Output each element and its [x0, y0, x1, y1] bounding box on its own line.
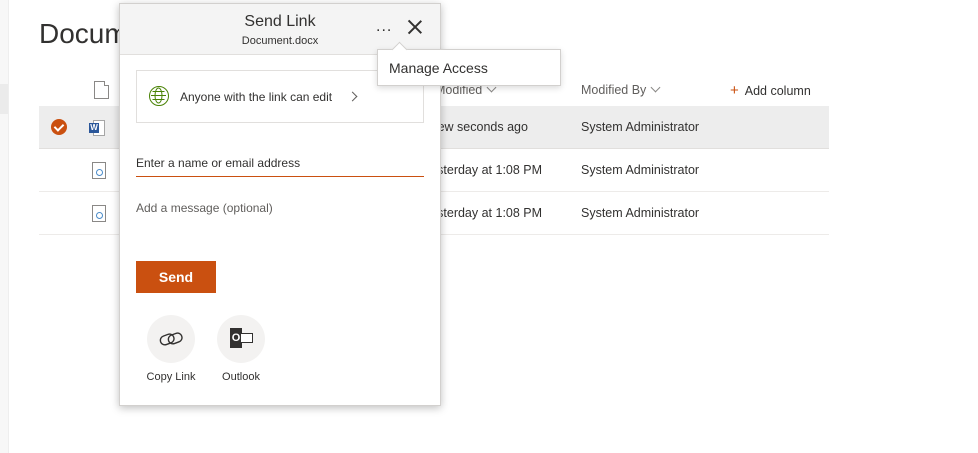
chevron-down-icon — [650, 82, 661, 93]
globe-icon — [149, 86, 169, 106]
dialog-file-name: Document.docx — [241, 35, 319, 47]
left-rail-marker — [0, 84, 8, 114]
modified-by-cell[interactable]: System Administrator — [581, 206, 699, 220]
send-button[interactable]: Send — [136, 261, 216, 293]
copy-link-label: Copy Link — [146, 371, 196, 383]
plus-icon: + — [730, 82, 739, 99]
modified-by-cell[interactable]: System Administrator — [581, 163, 699, 177]
aspx-page-icon — [92, 162, 106, 179]
column-header-modified-by-label: Modified By — [581, 83, 647, 97]
add-column-button[interactable]: + Add column — [730, 82, 811, 99]
aspx-page-icon — [92, 205, 106, 222]
more-options-button[interactable]: ... — [376, 18, 392, 36]
manage-access-menu-item[interactable]: Manage Access — [389, 60, 488, 76]
file-type-icon[interactable] — [94, 81, 109, 99]
recipient-input[interactable] — [136, 149, 424, 177]
outlook-icon: O — [217, 315, 265, 363]
link-icon — [147, 315, 195, 363]
copy-link-button[interactable]: Copy Link — [141, 315, 201, 383]
modified-by-cell[interactable]: System Administrator — [581, 120, 699, 134]
chevron-right-icon — [347, 91, 358, 102]
left-rail — [0, 0, 9, 453]
outlook-button[interactable]: O Outlook — [211, 315, 271, 383]
add-column-label: Add column — [744, 84, 811, 98]
more-options-menu: Manage Access — [377, 49, 561, 86]
message-input[interactable] — [136, 201, 424, 241]
close-icon[interactable] — [408, 20, 422, 34]
outlook-label: Outlook — [222, 371, 260, 383]
word-icon: W — [89, 120, 105, 136]
link-permission-label: Anyone with the link can edit — [180, 90, 333, 104]
selected-check-icon[interactable] — [51, 119, 67, 135]
column-header-modified-by[interactable]: Modified By — [581, 82, 661, 97]
